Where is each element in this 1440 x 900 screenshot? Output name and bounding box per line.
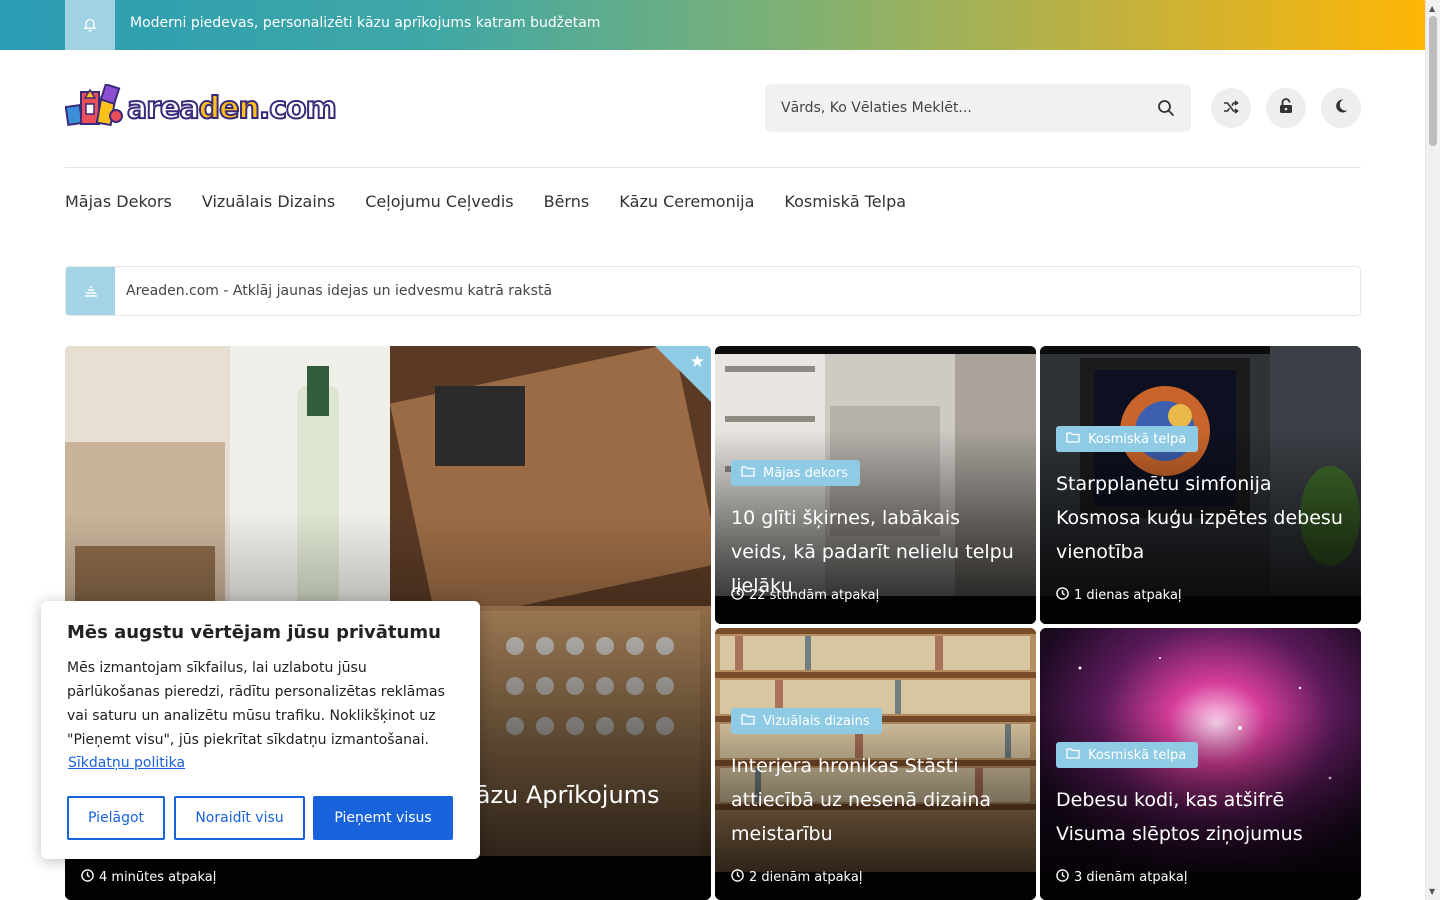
cookie-body: Mēs izmantojam sīkfailus, lai uzlabotu j…	[67, 660, 445, 748]
page-scrollbar[interactable]: ▲ ▼	[1425, 0, 1440, 900]
search-icon[interactable]	[1157, 99, 1175, 121]
cookie-consent-dialog: Mēs augstu vērtējam jūsu privātumu Mēs i…	[41, 601, 480, 859]
scroll-down-icon[interactable]: ▼	[1429, 887, 1435, 896]
ticker-text[interactable]: Areaden.com - Atklāj jaunas idejas un ie…	[126, 283, 552, 299]
post-title[interactable]: Starpplanētu simfonija Kosmosa kuģu izpē…	[1056, 467, 1345, 569]
nav-item-wedding[interactable]: Kāzu Ceremonija	[619, 192, 754, 211]
search-box[interactable]: Vārds, Ko Vēlaties Meklēt...	[765, 84, 1191, 132]
post-card[interactable]: Mājas dekors 10 glīti šķirnes, labākais …	[715, 346, 1036, 624]
category-badge[interactable]: Mājas dekors	[731, 460, 861, 486]
clock-icon	[81, 869, 94, 886]
clock-icon	[1056, 869, 1069, 886]
star-icon: ★	[689, 352, 705, 372]
nav-item-travel-guide[interactable]: Ceļojumu Ceļvedis	[365, 192, 513, 211]
site-logo[interactable]: areaden.com	[64, 82, 338, 132]
customize-button[interactable]: Pielāgot	[67, 796, 165, 840]
category-badge[interactable]: Vizuālais dizains	[731, 708, 882, 734]
cookie-title: Mēs augstu vērtējam jūsu privātumu	[67, 622, 441, 643]
moon-icon	[1333, 98, 1349, 118]
post-title[interactable]: Interjera hronikas Stāsti attiecībā uz n…	[731, 749, 1020, 851]
post-title[interactable]: Kāzu Aprīkojums	[460, 778, 695, 812]
nav-item-child[interactable]: Bērns	[544, 192, 590, 211]
logo-wordmark: areaden.com	[126, 90, 338, 127]
search-input[interactable]: Vārds, Ko Vēlaties Meklēt...	[781, 100, 972, 116]
clock-icon	[731, 869, 744, 886]
post-time: 22 stundām atpakaļ	[731, 587, 879, 604]
nav-item-visual-design[interactable]: Vizuālais Dizains	[202, 192, 335, 211]
post-time: 2 dienām atpakaļ	[731, 869, 862, 886]
lock-icon	[1279, 98, 1293, 118]
news-ticker: Areaden.com - Atklāj jaunas idejas un ie…	[65, 266, 1361, 316]
post-time: 3 dienām atpakaļ	[1056, 869, 1187, 886]
header-divider	[65, 167, 1361, 168]
bell-icon	[65, 0, 115, 50]
clock-icon	[1056, 587, 1069, 604]
logo-mark-icon	[64, 82, 125, 132]
category-badge[interactable]: Kosmiskā telpa	[1056, 426, 1199, 452]
ticker-icon	[66, 267, 115, 315]
post-card[interactable]: Kosmiskā telpa Starpplanētu simfonija Ko…	[1040, 346, 1361, 624]
random-post-button[interactable]	[1211, 88, 1251, 128]
announcement-text[interactable]: Moderni piedevas, personalizēti kāzu apr…	[130, 15, 600, 31]
scroll-up-icon[interactable]: ▲	[1429, 4, 1435, 13]
accept-all-button[interactable]: Pieņemt visus	[313, 796, 453, 840]
shuffle-icon	[1223, 99, 1239, 118]
folder-icon	[1066, 431, 1080, 447]
dark-mode-toggle[interactable]	[1321, 88, 1361, 128]
main-nav: Mājas Dekors Vizuālais Dizains Ceļojumu …	[65, 192, 906, 211]
login-button[interactable]	[1266, 88, 1306, 128]
post-card[interactable]: Kosmiskā telpa Debesu kodi, kas atšifrē …	[1040, 628, 1361, 900]
folder-icon	[741, 713, 755, 729]
clock-icon	[731, 587, 744, 604]
folder-icon	[1066, 747, 1080, 763]
category-badge[interactable]: Kosmiskā telpa	[1056, 742, 1199, 768]
nav-item-home-decor[interactable]: Mājas Dekors	[65, 192, 172, 211]
post-time: 1 dienas atpakaļ	[1056, 587, 1182, 604]
post-time: 4 minūtes atpakaļ	[81, 869, 216, 886]
cookie-policy-link[interactable]: Sīkdatņu politika	[68, 755, 185, 771]
reject-all-button[interactable]: Noraidīt visu	[174, 796, 305, 840]
nav-item-cosmic[interactable]: Kosmiskā Telpa	[784, 192, 906, 211]
folder-icon	[741, 465, 755, 481]
post-title[interactable]: Debesu kodi, kas atšifrē Visuma slēptos …	[1056, 783, 1345, 851]
scrollbar-thumb[interactable]	[1429, 16, 1437, 146]
post-card[interactable]: Vizuālais dizains Interjera hronikas Stā…	[715, 628, 1036, 900]
announcement-bar: Moderni piedevas, personalizēti kāzu apr…	[0, 0, 1425, 50]
